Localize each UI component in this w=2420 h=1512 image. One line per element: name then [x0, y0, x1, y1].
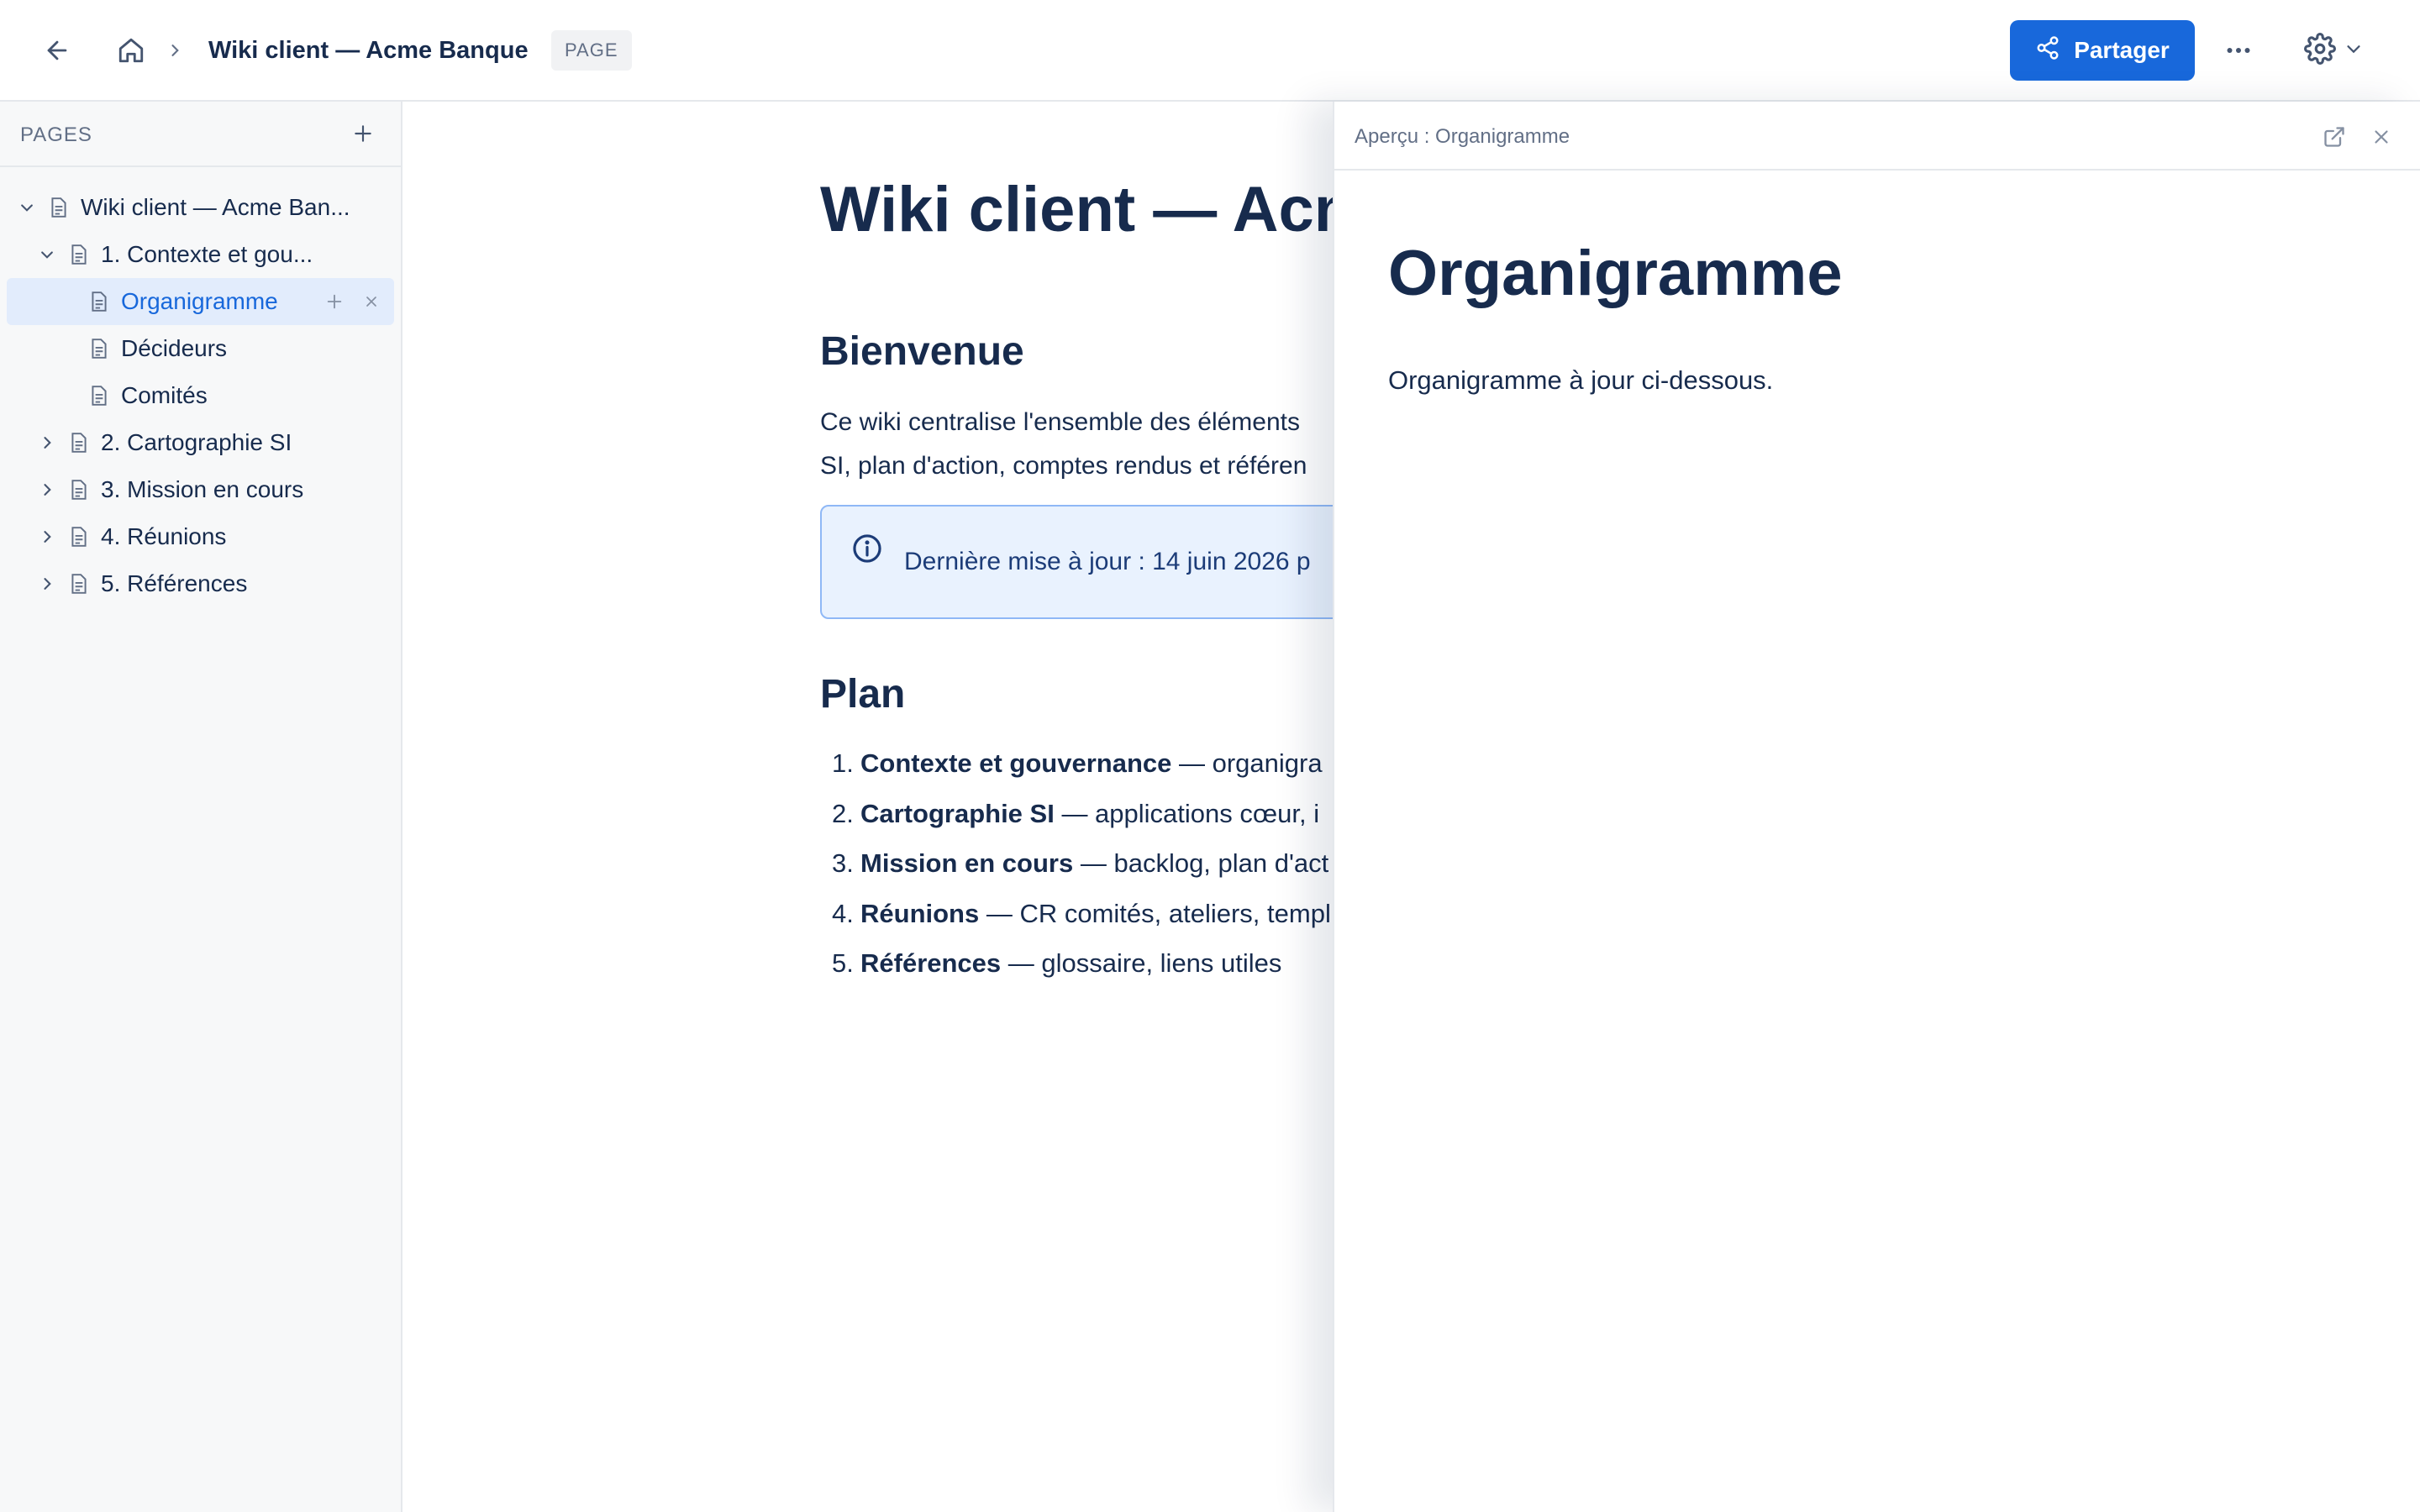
plan-item-title: Mission en cours	[860, 848, 1074, 878]
page-icon	[49, 196, 69, 219]
tree-item-label: 1. Contexte et gou...	[101, 241, 313, 267]
preview-header: Aperçu : Organigramme	[1334, 102, 2420, 171]
page-tree: Wiki client — Acme Ban... 1. Contexte et…	[0, 184, 401, 607]
preview-paragraph: Organigramme à jour ci-dessous.	[1388, 365, 1774, 395]
info-text: Dernière mise à jour : 14 juin 2026 p	[904, 548, 1311, 575]
top-bar: Wiki client — Acme Banque PAGE Partager	[0, 0, 2420, 102]
close-icon[interactable]	[358, 288, 385, 315]
plan-item-title: Références	[860, 948, 1002, 978]
tree-item-mission[interactable]: 3. Mission en cours	[0, 466, 401, 513]
arrow-left-icon[interactable]	[37, 30, 77, 71]
preview-header-title: Aperçu : Organigramme	[1355, 125, 1570, 148]
tree-item-contexte[interactable]: 1. Contexte et gou...	[0, 231, 401, 278]
page-icon	[69, 243, 89, 266]
page-icon	[89, 290, 109, 313]
page-icon	[69, 478, 89, 501]
tree-item-organigramme[interactable]: Organigramme	[7, 278, 394, 325]
page-title: Wiki client — Acme Banque	[820, 174, 1333, 245]
page-icon	[89, 384, 109, 407]
plan-item-title: Cartographie SI	[860, 798, 1055, 828]
intro-line: Ce wiki centralise l'ensemble des élémen…	[820, 408, 1300, 436]
page-icon	[69, 572, 89, 596]
tree-item-wiki-client[interactable]: Wiki client — Acme Ban...	[0, 184, 401, 231]
add-subpage-icon[interactable]	[321, 288, 348, 315]
open-in-new-icon[interactable]	[2319, 122, 2349, 152]
plan-item: 2. Cartographie SI — applications cœur, i	[832, 798, 1320, 828]
page-type-badge: PAGE	[551, 30, 632, 71]
preview-title: Organigramme	[1388, 238, 1843, 309]
chevron-right-icon[interactable]	[37, 527, 57, 547]
tree-item-label: Comités	[121, 382, 208, 408]
chevron-right-icon[interactable]	[37, 480, 57, 500]
info-panel: Dernière mise à jour : 14 juin 2026 p	[820, 505, 1333, 619]
tree-item-label: 4. Réunions	[101, 523, 227, 549]
tree-item-comites[interactable]: Comités	[0, 372, 401, 419]
more-horizontal-icon[interactable]	[2218, 30, 2259, 71]
share-label: Partager	[2074, 37, 2170, 63]
plan-list: 1. Contexte et gouvernance — organigra 2.…	[832, 745, 1333, 995]
chevron-down-icon[interactable]	[17, 197, 37, 218]
plan-item: 3. Mission en cours — backlog, plan d'act	[832, 848, 1329, 878]
tree-item-label: 2. Cartographie SI	[101, 429, 292, 455]
sidebar-title: PAGES	[20, 123, 92, 146]
tree-item-label: Décideurs	[121, 335, 228, 361]
add-page-icon[interactable]	[348, 118, 378, 149]
page-icon	[69, 431, 89, 454]
plan-heading: Plan	[820, 672, 906, 717]
plan-item: 1. Contexte et gouvernance — organigra	[832, 748, 1323, 778]
chevron-right-icon	[163, 35, 187, 66]
page-icon	[69, 525, 89, 549]
plan-item-title: Réunions	[860, 898, 980, 928]
chevron-down-icon[interactable]	[37, 244, 57, 265]
sidebar-header: PAGES	[0, 102, 401, 167]
chevron-right-icon[interactable]	[37, 574, 57, 594]
preview-panel: Aperçu : Organigramme Organigramme Organ…	[1333, 102, 2420, 1512]
page-icon	[89, 337, 109, 360]
tree-item-reunions[interactable]: 4. Réunions	[0, 513, 401, 560]
info-icon	[850, 532, 884, 565]
gear-icon	[2304, 32, 2336, 69]
share-button[interactable]: Partager	[2010, 20, 2195, 81]
tree-item-label: Organigramme	[121, 288, 278, 314]
chevron-right-icon[interactable]	[37, 433, 57, 453]
welcome-heading: Bienvenue	[820, 329, 1024, 374]
intro-paragraph: Ce wiki centralise l'ensemble des élémen…	[820, 401, 1333, 488]
plan-item: 5. Références — glossaire, liens utiles	[832, 948, 1282, 978]
tree-item-cartographie[interactable]: 2. Cartographie SI	[0, 419, 401, 466]
tree-item-references[interactable]: 5. Références	[0, 560, 401, 607]
tree-item-label: 5. Références	[101, 570, 248, 596]
plan-item-title: Contexte et gouvernance	[860, 748, 1172, 778]
settings-menu-button[interactable]	[2299, 25, 2370, 76]
close-icon[interactable]	[2366, 122, 2396, 152]
chevron-down-icon	[2344, 39, 2363, 62]
intro-line: SI, plan d'action, comptes rendus et réf…	[820, 452, 1307, 480]
breadcrumb-page-title[interactable]: Wiki client — Acme Banque	[208, 32, 529, 69]
tree-item-decideurs[interactable]: Décideurs	[0, 325, 401, 372]
tree-item-label: 3. Mission en cours	[101, 476, 304, 502]
home-icon[interactable]	[111, 30, 151, 71]
pages-sidebar: PAGES Wiki client — Acme Ban... 1. Conte…	[0, 102, 402, 1512]
share-icon	[2035, 35, 2060, 66]
plan-item: 4. Réunions — CR comités, ateliers, templ	[832, 898, 1331, 928]
page-content-area: Wiki client — Acme Banque Bienvenue Ce w…	[404, 102, 1333, 1512]
tree-item-label: Wiki client — Acme Ban...	[81, 194, 350, 220]
